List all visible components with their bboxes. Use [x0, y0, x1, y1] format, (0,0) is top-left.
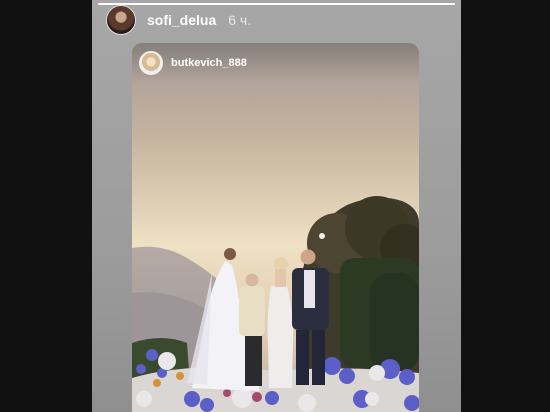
author-avatar[interactable] [106, 5, 136, 35]
author-username[interactable]: sofi_delua [147, 12, 216, 28]
repost-username[interactable]: butkevich_888 [171, 57, 247, 69]
left-backdrop [0, 0, 92, 412]
repost-avatar[interactable] [139, 51, 163, 75]
story-header: sofi_delua 6 ч. [106, 4, 251, 36]
repost-header: butkevich_888 [132, 43, 419, 83]
right-backdrop [461, 0, 550, 412]
reposted-post-card[interactable]: butkevich_888 [132, 43, 419, 412]
wedding-photo [132, 43, 419, 412]
story-time: 6 ч. [228, 12, 252, 28]
